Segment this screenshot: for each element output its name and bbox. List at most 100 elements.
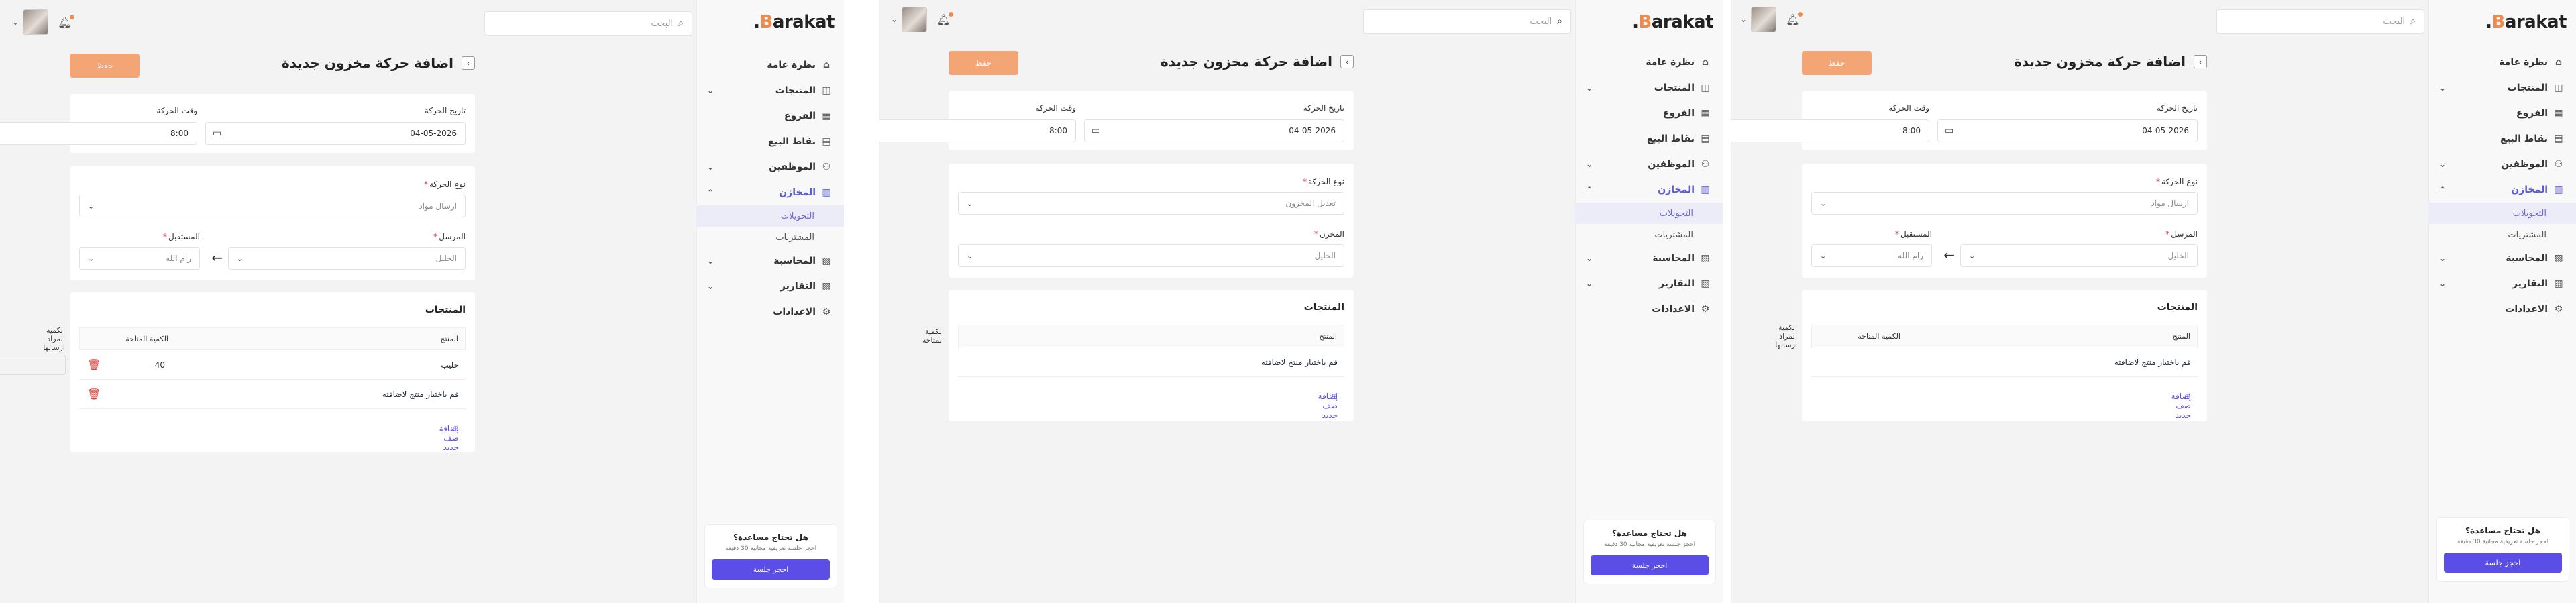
sidebar-item-overview[interactable]: ⌂ نظرة عامة [1575, 50, 1723, 75]
home-icon: ⌂ [822, 60, 830, 70]
sidebar-item-products[interactable]: ◫ المنتجات ⌄ [696, 78, 844, 103]
movement-type-select[interactable]: ارسال مواد ⌄ [79, 195, 466, 217]
movement-time-field[interactable]: 8:00◷ [879, 119, 1076, 142]
sidebar-item-settings[interactable]: ⚙ الاعدادات [2428, 296, 2576, 322]
sidebar-item-warehouses[interactable]: ▥ المخازن ⌃ [696, 180, 844, 205]
brand-logo[interactable]: Barakat. [2485, 12, 2567, 32]
movement-time-field[interactable]: 8:00◷ [0, 122, 197, 145]
col-available: الكمية المتاحة [1858, 331, 1900, 341]
movement-card: نوع الحركة* ارسال مواد ⌄ المرسل* الخليل ⌄ … [70, 166, 475, 280]
sidebar-subitem-transfers[interactable]: التحويلات [1575, 203, 1723, 224]
products-card: المنتجات المنتج الكمية المتاحة الكمية ال… [0, 292, 475, 452]
table-row: حليب 40 0 🗑︎ [0, 350, 466, 380]
table-row[interactable]: قم باختيار منتج لاضافته [958, 347, 1344, 377]
sidebar-item-employees[interactable]: ⚇ الموظفين ⌄ [2428, 152, 2576, 177]
sender-select[interactable]: الخليل ⌄ [1960, 244, 2198, 267]
sender-select[interactable]: الخليل ⌄ [228, 247, 466, 270]
sidebar-subitem-purchases[interactable]: المشتريات [1575, 224, 1723, 245]
send-qty-input[interactable]: 0 [0, 354, 66, 375]
add-row-button[interactable]: ⊕ إضافة صف جديد [958, 377, 1344, 420]
report-icon: ▨ [2554, 278, 2563, 289]
sidebar-item-reports[interactable]: ▨ التقارير ⌄ [1575, 271, 1723, 296]
sidebar-item-warehouses[interactable]: ▥ المخازن ⌃ [2428, 177, 2576, 203]
sidebar-item-employees[interactable]: ⚇ الموظفين ⌄ [1575, 152, 1723, 177]
sidebar-item-warehouses[interactable]: ▥ المخازن ⌃ [1575, 177, 1723, 203]
movement-card: نوع الحركة* ارسال مواد ⌄ المرسل* الخليل ⌄ … [1802, 164, 2207, 278]
products-card: المنتجات المنتج الكمية المتاحة الكمية ال… [1775, 290, 2207, 421]
back-button[interactable]: › [1340, 55, 1354, 68]
sidebar-item-settings[interactable]: ⚙ الاعدادات [696, 299, 844, 325]
products-title: المنتجات [425, 305, 466, 315]
book-session-button[interactable]: احجز جلسة [2444, 553, 2562, 573]
movement-time-field[interactable]: 8:00◷ [1731, 119, 1929, 142]
sidebar-subitem-transfers[interactable]: التحويلات [2428, 203, 2576, 224]
sidebar-item-branches[interactable]: ▦ الفروع [1575, 101, 1723, 126]
sidebar-item-employees[interactable]: ⚇ الموظفين ⌄ [696, 154, 844, 180]
main-content: › اضافة حركة مخزون جديدة حفظ تاريخ الحرك… [0, 0, 696, 603]
trash-icon[interactable]: 🗑︎ [87, 388, 101, 400]
sidebar-item-products[interactable]: ◫ المنتجات ⌄ [2428, 75, 2576, 101]
sidebar-item-accounting[interactable]: ▧ المحاسبة ⌄ [1575, 245, 1723, 271]
help-card: هل تحتاج مساعدة؟ احجز جلسة تعريفية مجاني… [1583, 520, 1716, 584]
movement-date-field[interactable]: 04-05-2026 ▭ [1084, 119, 1344, 142]
store-icon: ▤ [822, 136, 831, 147]
chevron-down-icon: ⌄ [1820, 251, 1827, 260]
sidebar-subitem-purchases[interactable]: المشتريات [696, 227, 844, 248]
sidebar-item-settings[interactable]: ⚙ الاعدادات [1575, 296, 1723, 322]
save-button[interactable]: حفظ [70, 54, 140, 78]
sidebar-subitem-transfers[interactable]: التحويلات [696, 205, 844, 227]
choose-product-placeholder: قم باختيار منتج لاضافته [2114, 357, 2191, 367]
brand-logo[interactable]: Barakat. [753, 12, 835, 32]
building-icon: ▦ [2554, 108, 2563, 119]
help-subtitle: احجز جلسة تعريفية مجانية 30 دقيقة [724, 545, 817, 552]
receiver-select[interactable]: رام الله ⌄ [79, 247, 200, 270]
receiver-select[interactable]: رام الله ⌄ [1811, 244, 1932, 267]
sidebar-item-pos[interactable]: ▤ نقاط البيع [2428, 126, 2576, 152]
movement-type-select[interactable]: ارسال مواد ⌄ [1811, 192, 2198, 215]
users-icon: ⚇ [2554, 159, 2563, 170]
help-subtitle: احجز جلسة تعريفية مجانية 30 دقيقة [2457, 539, 2549, 545]
table-row[interactable]: قم باختيار منتج لاضافته 🗑︎ [79, 380, 466, 409]
products-card: المنتجات المنتج الكمية المتاحة قم باختيا… [922, 290, 1354, 421]
brand-logo[interactable]: Barakat. [1632, 12, 1713, 32]
sidebar-item-reports[interactable]: ▨ التقارير ⌄ [696, 274, 844, 299]
warehouse-select[interactable]: الخليل ⌄ [958, 244, 1344, 267]
main-content: › اضافة حركة مخزون جديدة حفظ تاريخ الحرك… [1731, 0, 2428, 603]
save-button[interactable]: حفظ [1802, 51, 1872, 75]
report-icon: ▨ [822, 281, 831, 292]
chevron-down-icon: ⌄ [1586, 279, 1593, 288]
movement-type-select[interactable]: تعديل المخزون ⌄ [958, 192, 1344, 215]
book-session-button[interactable]: احجز جلسة [712, 559, 830, 580]
sidebar-item-accounting[interactable]: ▧ المحاسبة ⌄ [2428, 245, 2576, 271]
col-product: المنتج [2172, 331, 2190, 341]
screen-panel-2: Barakat. ⌂ نظرة عامة ◫ المنتجات ⌄ ▦ الفروع ▤… [879, 0, 1723, 603]
sidebar-item-overview[interactable]: ⌂ نظرة عامة [696, 52, 844, 78]
receiver-label: المستقبل* [162, 232, 200, 241]
sidebar-item-products[interactable]: ◫ المنتجات ⌄ [1575, 75, 1723, 101]
sender-label: المرسل* [433, 232, 466, 241]
book-session-button[interactable]: احجز جلسة [1591, 555, 1709, 575]
chevron-down-icon: ⌄ [1969, 251, 1976, 260]
add-row-button[interactable]: ⊕ إضافة صف جديد [1811, 377, 2198, 420]
chevron-down-icon: ⌄ [1820, 199, 1827, 208]
movement-date-field[interactable]: 04-05-2026 ▭ [205, 122, 466, 145]
sidebar-item-overview[interactable]: ⌂ نظرة عامة [2428, 50, 2576, 75]
back-button[interactable]: › [2194, 55, 2207, 68]
table-row[interactable]: قم باختيار منتج لاضافته [1811, 347, 2198, 377]
datetime-card: تاريخ الحركة 04-05-2026 ▭ وقت الحركة 8:00… [1731, 91, 2207, 150]
sidebar-item-pos[interactable]: ▤ نقاط البيع [1575, 126, 1723, 152]
sidebar-item-accounting[interactable]: ▧ المحاسبة ⌄ [696, 248, 844, 274]
sidebar-item-reports[interactable]: ▨ التقارير ⌄ [2428, 271, 2576, 296]
movement-date-field[interactable]: 04-05-2026 ▭ [1937, 119, 2198, 142]
add-row-button[interactable]: ⊕ إضافة صف جديد [79, 409, 466, 452]
sidebar-subitem-purchases[interactable]: المشتريات [2428, 224, 2576, 245]
sidebar-item-pos[interactable]: ▤ نقاط البيع [696, 129, 844, 154]
trash-icon[interactable]: 🗑︎ [87, 358, 101, 371]
choose-product-placeholder: قم باختيار منتج لاضافته [382, 389, 459, 399]
sidebar-item-branches[interactable]: ▦ الفروع [696, 103, 844, 129]
save-button[interactable]: حفظ [949, 51, 1018, 75]
col-send-qty: الكمية المراد ارسالها [1775, 323, 1797, 349]
sender-label: المرسل* [2165, 229, 2198, 239]
sidebar-item-branches[interactable]: ▦ الفروع [2428, 101, 2576, 126]
back-button[interactable]: › [462, 56, 475, 70]
